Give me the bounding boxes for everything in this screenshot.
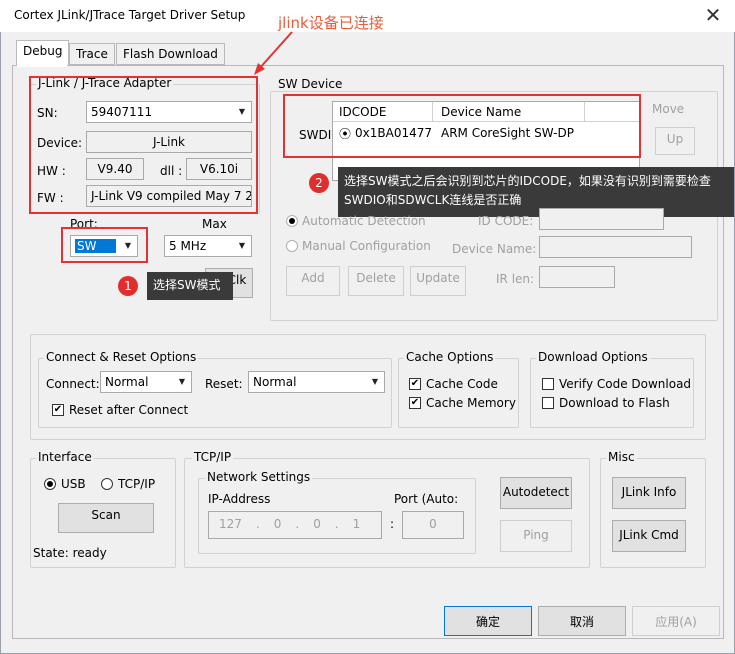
tab-trace[interactable]: Trace <box>69 43 115 65</box>
id-code-field[interactable] <box>539 208 664 230</box>
cache-code-checkbox[interactable]: ✔ <box>409 378 421 390</box>
reset-select[interactable]: Normal ▼ <box>248 371 385 393</box>
download-options-group-label: Download Options <box>536 350 650 364</box>
tcpip-group-label: TCP/IP <box>192 450 234 464</box>
connect-value: Normal <box>105 375 149 389</box>
network-settings-label: Network Settings <box>205 470 313 484</box>
active-tab-joint <box>17 64 67 67</box>
tip-1-number: 1 <box>118 276 138 296</box>
download-options-group <box>530 358 694 428</box>
tip-2-number: 2 <box>309 173 329 193</box>
misc-group-label: Misc <box>606 450 637 464</box>
chevron-down-icon: ▼ <box>174 373 190 391</box>
update-button[interactable]: Update <box>410 266 466 296</box>
ir-len-label: IR len: <box>496 272 535 286</box>
cancel-button[interactable]: 取消 <box>538 606 626 636</box>
scan-button[interactable]: Scan <box>58 503 154 533</box>
ip-dot: . <box>295 517 300 531</box>
port-field[interactable]: 0 <box>402 511 464 539</box>
window-title: Cortex JLink/JTrace Target Driver Setup <box>14 8 246 22</box>
ip-address-field[interactable]: 127. 0. 0. 1 <box>208 511 382 539</box>
chevron-down-icon: ▼ <box>367 373 383 391</box>
tcpip-radio[interactable] <box>101 478 113 490</box>
apply-button[interactable]: 应用(A) <box>632 606 720 636</box>
manual-config-label: Manual Configuration <box>302 239 431 253</box>
max-label: Max <box>202 217 227 231</box>
add-button[interactable]: Add <box>286 266 340 296</box>
cache-code-label: Cache Code <box>426 377 498 391</box>
port-colon: : <box>390 517 395 531</box>
sw-device-group-label: SW Device <box>276 77 345 91</box>
manual-config-radio[interactable] <box>286 240 298 252</box>
connect-select[interactable]: Normal ▼ <box>100 371 192 393</box>
usb-radio[interactable] <box>44 478 56 490</box>
max-clock-select[interactable]: 5 MHz ▼ <box>164 235 252 257</box>
autodetect-button[interactable]: Autodetect <box>500 477 572 509</box>
adapter-highlight <box>29 76 258 214</box>
delete-button[interactable]: Delete <box>348 266 404 296</box>
connect-reset-group <box>38 358 392 428</box>
cache-options-group <box>398 358 519 428</box>
download-to-flash-label: Download to Flash <box>559 396 670 410</box>
usb-label: USB <box>61 477 86 491</box>
jlink-info-button[interactable]: JLink Info <box>612 477 686 509</box>
ip-octet-3: 0 <box>313 517 321 531</box>
ip-dot: . <box>255 517 260 531</box>
ok-button[interactable]: 确定 <box>444 606 532 636</box>
annotation-arrow-icon <box>254 31 293 75</box>
ip-address-label: IP-Address <box>208 492 271 506</box>
tcpip-radio-label: TCP/IP <box>118 477 156 491</box>
move-label: Move <box>652 102 685 116</box>
tab-debug[interactable]: Debug <box>16 40 70 66</box>
auto-detect-radio[interactable] <box>286 215 298 227</box>
reset-after-connect-checkbox[interactable]: ✔ <box>52 404 64 416</box>
cache-memory-label: Cache Memory <box>426 396 516 410</box>
auto-detect-label: Automatic Detection <box>302 214 426 228</box>
interface-state: State: ready <box>33 546 107 560</box>
idcode-highlight <box>283 94 641 158</box>
ip-dot: . <box>334 517 339 531</box>
ir-len-field[interactable] <box>539 266 615 288</box>
download-to-flash-checkbox[interactable] <box>542 397 554 409</box>
ip-octet-1: 127 <box>219 517 242 531</box>
connect-label: Connect: <box>46 377 100 391</box>
verify-download-checkbox[interactable] <box>542 378 554 390</box>
tip-1: 选择SW模式 <box>147 272 233 300</box>
ping-button[interactable]: Ping <box>500 520 572 552</box>
ip-octet-4: 1 <box>352 517 361 531</box>
close-icon[interactable]: ✕ <box>700 2 726 28</box>
reset-label: Reset: <box>205 377 243 391</box>
device-name-label: Device Name: <box>452 242 537 256</box>
max-clock-value: 5 MHz <box>169 239 207 253</box>
tab-flash-download[interactable]: Flash Download <box>116 43 225 65</box>
device-name-field[interactable] <box>539 236 692 258</box>
verify-download-label: Verify Code Download <box>559 377 692 391</box>
reset-after-connect-label: Reset after Connect <box>69 403 189 417</box>
port-auto-label: Port (Auto: <box>394 492 459 506</box>
interface-group-label: Interface <box>36 450 94 464</box>
connect-reset-group-label: Connect & Reset Options <box>44 350 199 364</box>
reset-value: Normal <box>253 375 297 389</box>
id-code-label: ID CODE: <box>478 214 534 228</box>
port-highlight <box>61 227 148 263</box>
cache-memory-checkbox[interactable]: ✔ <box>409 397 421 409</box>
tip-2: 选择SW模式之后会识别到芯片的IDCODE，如果没有识别到需要检查SWDIO和S… <box>338 167 734 217</box>
jlink-cmd-button[interactable]: JLink Cmd <box>612 520 686 552</box>
cache-options-group-label: Cache Options <box>404 350 496 364</box>
ip-octet-2: 0 <box>273 517 282 531</box>
chevron-down-icon: ▼ <box>234 237 250 255</box>
up-button[interactable]: Up <box>655 127 695 155</box>
